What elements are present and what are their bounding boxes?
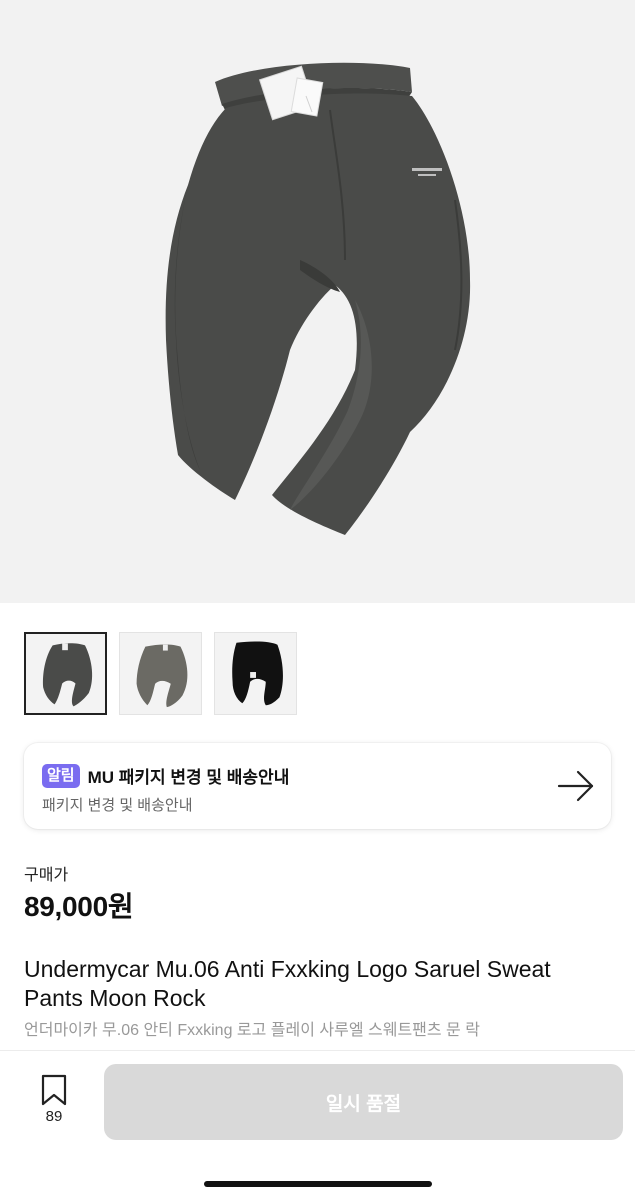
bottom-bar-divider xyxy=(0,1050,635,1051)
product-korean-title: 언더마이카 무.06 안티 Fxxking 로고 플레이 사루엘 스웨트팬츠 문… xyxy=(24,1022,480,1039)
bookmark-icon xyxy=(41,1074,67,1106)
thumbnail-brown[interactable] xyxy=(119,632,202,715)
home-indicator xyxy=(204,1181,432,1187)
arrow-right-icon[interactable] xyxy=(557,769,595,803)
product-title: Undermycar Mu.06 Anti Fxxking Logo Sarue… xyxy=(24,956,551,1011)
thumbnail-brown-image xyxy=(120,633,201,714)
price-label: 구매가 xyxy=(24,867,69,884)
bookmark-count: 89 xyxy=(45,1108,63,1125)
thumbnail-moon-rock-image xyxy=(26,634,105,713)
notice-header: 알림 MU 패키지 변경 및 배송안내 xyxy=(42,763,289,788)
thumbnail-black[interactable] xyxy=(214,632,297,715)
price-value: 89,000원 xyxy=(24,891,134,922)
notice-subtitle: 패키지 변경 및 배송안내 xyxy=(42,797,193,814)
notice-card[interactable]: 알림 MU 패키지 변경 및 배송안내 패키지 변경 및 배송안내 xyxy=(24,743,611,829)
thumbnail-strip xyxy=(24,632,297,715)
thumbnail-moon-rock[interactable] xyxy=(24,632,107,715)
pants-illustration xyxy=(165,62,471,535)
product-image[interactable] xyxy=(0,0,635,603)
thumbnail-black-image xyxy=(215,633,296,714)
notice-title: MU 패키지 변경 및 배송안내 xyxy=(87,768,290,787)
notice-badge: 알림 xyxy=(42,763,80,788)
sold-out-button[interactable]: 일시 품절 xyxy=(104,1064,623,1140)
bookmark-button[interactable]: 89 xyxy=(34,1074,74,1134)
